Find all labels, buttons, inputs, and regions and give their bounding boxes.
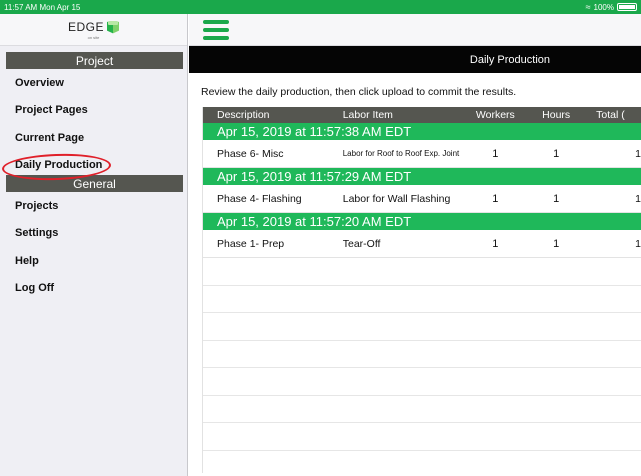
battery-percent: 100% bbox=[593, 2, 614, 12]
sidebar: EDGE on site Project Overview Project Pa… bbox=[0, 14, 188, 476]
sidebar-item-log-off[interactable]: Log Off bbox=[0, 275, 187, 303]
empty-row bbox=[203, 368, 641, 396]
logo-subtitle: on site bbox=[87, 34, 100, 40]
table-header: Description Labor Item Workers Hours Tot… bbox=[203, 107, 641, 123]
sidebar-item-daily-production[interactable]: Daily Production bbox=[0, 151, 187, 182]
empty-row bbox=[203, 341, 641, 368]
column-header-description: Description bbox=[217, 109, 270, 121]
column-header-hours: Hours bbox=[542, 109, 571, 121]
column-header-labor-item: Labor Item bbox=[342, 109, 393, 121]
empty-row bbox=[203, 313, 641, 341]
instructions-text: Review the daily production, then click … bbox=[201, 86, 517, 98]
empty-row bbox=[203, 423, 641, 451]
cell-description: Phase 1- Prep bbox=[217, 237, 285, 250]
column-header-workers: Workers bbox=[475, 109, 515, 121]
sidebar-item-projects[interactable]: Projects bbox=[0, 192, 187, 220]
cell-workers: 1 bbox=[492, 237, 499, 250]
column-header-total: Total ( bbox=[596, 109, 625, 121]
empty-row bbox=[203, 286, 641, 313]
cell-hours: 1 bbox=[553, 192, 560, 205]
sidebar-item-label: Daily Production bbox=[15, 159, 103, 172]
sidebar-item-current-page[interactable]: Current Page bbox=[0, 124, 187, 152]
group-timestamp: Apr 15, 2019 at 11:57:29 AM EDT bbox=[203, 168, 641, 185]
sidebar-item-project-pages[interactable]: Project Pages bbox=[0, 97, 187, 125]
sidebar-item-settings[interactable]: Settings bbox=[0, 220, 187, 248]
cell-labor-item: Labor for Roof to Roof Exp. Joint bbox=[342, 149, 460, 158]
group-timestamp: Apr 15, 2019 at 11:57:20 AM EDT bbox=[203, 213, 641, 230]
cell-description: Phase 4- Flashing bbox=[217, 192, 302, 205]
cell-labor-item: Tear-Off bbox=[342, 237, 381, 250]
empty-row bbox=[203, 396, 641, 423]
cell-hours: 1 bbox=[553, 237, 560, 250]
cell-description: Phase 6- Misc bbox=[217, 147, 284, 160]
app-logo: EDGE on site bbox=[0, 14, 187, 46]
sidebar-item-help[interactable]: Help bbox=[0, 247, 187, 275]
sidebar-item-overview[interactable]: Overview bbox=[0, 69, 187, 97]
cell-total: 1 bbox=[635, 192, 641, 205]
page-title-bar: Daily Production bbox=[189, 46, 641, 73]
cell-total: 1 bbox=[635, 237, 641, 250]
cell-total: 1 bbox=[635, 147, 641, 160]
production-table: Description Labor Item Workers Hours Tot… bbox=[202, 107, 641, 473]
cell-workers: 1 bbox=[492, 147, 499, 160]
cell-workers: 1 bbox=[492, 192, 499, 205]
wifi-icon: ≈ bbox=[585, 2, 591, 12]
table-row[interactable]: Phase 6- Misc Labor for Roof to Roof Exp… bbox=[203, 140, 641, 168]
table-row[interactable]: Phase 1- Prep Tear-Off 1 1 1 bbox=[203, 230, 641, 258]
group-timestamp: Apr 15, 2019 at 11:57:38 AM EDT bbox=[203, 123, 641, 140]
status-time: 11:57 AM bbox=[4, 2, 38, 12]
top-bar bbox=[189, 14, 641, 46]
cell-labor-item: Labor for Wall Flashing bbox=[342, 192, 451, 205]
table-row[interactable]: Phase 4- Flashing Labor for Wall Flashin… bbox=[203, 185, 641, 213]
section-header-project: Project bbox=[6, 52, 183, 69]
hamburger-menu-icon[interactable] bbox=[203, 19, 229, 40]
status-bar: 11:57 AM Mon Apr 15 ≈ 100% bbox=[0, 0, 641, 14]
cell-hours: 1 bbox=[553, 147, 560, 160]
logo-text: EDGE bbox=[67, 19, 104, 34]
battery-icon bbox=[617, 3, 637, 11]
cube-logo-icon bbox=[107, 20, 119, 33]
page-title: Daily Production bbox=[469, 53, 550, 66]
empty-row bbox=[203, 258, 641, 286]
status-date: Mon Apr 15 bbox=[39, 2, 81, 12]
